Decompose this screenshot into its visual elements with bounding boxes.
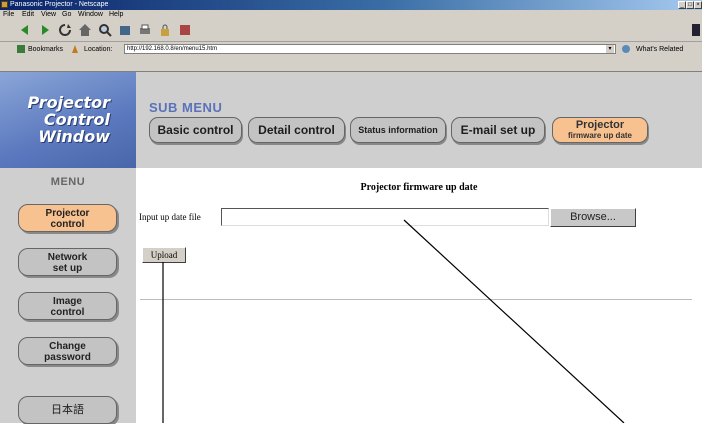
input-callout-line	[403, 219, 625, 423]
callout-lines	[162, 219, 625, 423]
